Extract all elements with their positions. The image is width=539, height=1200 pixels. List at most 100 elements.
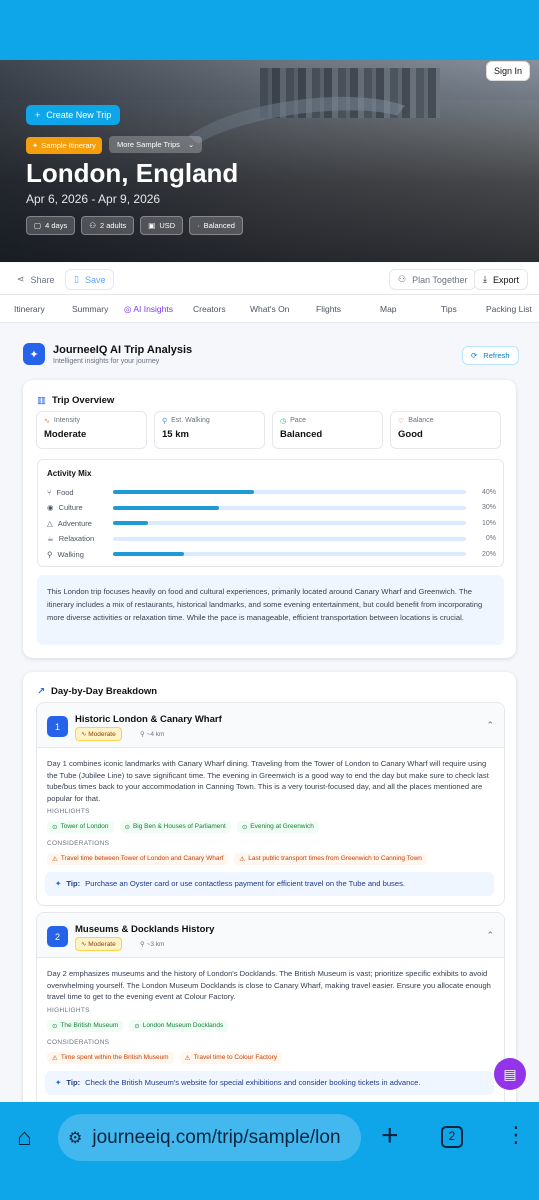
- stat-label: Est. Walking: [171, 417, 210, 424]
- currency-label: USD: [159, 221, 176, 230]
- walking-icon: ⚲: [47, 549, 53, 559]
- day-description: Day 1 combines iconic landmarks with Can…: [47, 759, 489, 803]
- tab-map[interactable]: Map: [380, 304, 397, 314]
- save-button[interactable]: ▯ Save: [65, 269, 115, 290]
- balance-icon: ·: [197, 221, 200, 230]
- create-new-trip-button[interactable]: + Create New Trip: [26, 105, 121, 125]
- considerations-label: CONSIDERATIONS: [47, 1039, 110, 1046]
- day-tip: ✦ Tip: Purchase an Oyster card or use cont…: [45, 872, 494, 896]
- highlight-text: Tower of London: [60, 823, 109, 830]
- activity-mix-row: ⚲ Walking 20%: [47, 548, 496, 560]
- tab-flights[interactable]: Flights: [316, 304, 341, 314]
- footprints-icon: ⚲: [140, 731, 147, 738]
- considerations-list: ⚠ Travel time between Tower of London and…: [47, 853, 427, 865]
- users-icon: ⚇: [398, 274, 407, 284]
- activity-mix-panel: Activity Mix ⑂ Food 40% ◉ Culture 30% △ Adventu…: [37, 459, 504, 567]
- highlight-text: London Museum Docklands: [142, 1022, 224, 1029]
- activity-bar-fill: [113, 552, 184, 556]
- trending-up-icon: ↗: [37, 686, 45, 697]
- activity-name: ☕ Relaxation: [47, 534, 112, 543]
- intensity-label: Moderate: [88, 941, 116, 948]
- highlight-pill: ⊙ The British Museum: [47, 1020, 124, 1032]
- tab-creators[interactable]: Creators: [193, 304, 226, 314]
- trip-overview-card: ▥ Trip Overview ∿ Intensity Moderate ⚲ Est. …: [23, 380, 516, 658]
- stat-value: Good: [398, 429, 423, 440]
- warning-icon: ⚠: [52, 856, 58, 863]
- footprints-icon: ⚲: [162, 418, 168, 425]
- tab-count: 2: [448, 1129, 456, 1143]
- check-circle-icon: ⊙: [241, 824, 248, 831]
- day-1-panel: 1 Historic London & Canary Wharf ∿ Moder…: [36, 702, 505, 906]
- pace-chip: · Balanced: [189, 216, 243, 235]
- activity-mix-row: △ Adventure 10%: [47, 517, 496, 529]
- activity-name: ⚲ Walking: [47, 550, 112, 559]
- highlights-label: HIGHLIGHTS: [47, 808, 90, 815]
- tab-summary[interactable]: Summary: [72, 304, 108, 314]
- bar-chart-icon: ▥: [37, 395, 46, 406]
- highlight-pill: ⊙ Tower of London: [47, 821, 114, 833]
- share-icon: ⋖: [17, 274, 25, 284]
- home-icon[interactable]: ⌂: [17, 1124, 32, 1152]
- day-2-header[interactable]: 2 Museums & Docklands History ∿ Moderate…: [37, 913, 504, 958]
- tab-packing-list[interactable]: Packing List: [486, 304, 532, 314]
- day-breakdown-title-text: Day-by-Day Breakdown: [50, 686, 158, 697]
- consideration-pill: ⚠ Travel time to Colour Factory: [179, 1052, 282, 1064]
- activity-bar-track: [113, 521, 466, 525]
- address-bar[interactable]: ⚙ journeeiq.com/trip/sample/lon: [58, 1114, 361, 1161]
- sign-in-button[interactable]: Sign In: [485, 61, 530, 81]
- walking-stat: ⚲ Est. Walking 15 km: [154, 411, 265, 449]
- calendar-icon: ▢: [34, 221, 42, 230]
- chevron-up-icon[interactable]: ⌃: [486, 930, 494, 941]
- refresh-button[interactable]: ⟳ Refresh: [462, 346, 519, 365]
- activity-percent: 30%: [481, 504, 496, 511]
- export-button[interactable]: ⤓ Export: [474, 269, 528, 290]
- download-icon: ⤓: [483, 274, 487, 284]
- site-settings-icon[interactable]: ⚙: [68, 1128, 82, 1148]
- stat-value: Balanced: [280, 429, 323, 440]
- new-tab-plus-icon[interactable]: +: [381, 1119, 399, 1153]
- activity-percent: 10%: [481, 519, 496, 527]
- plan-together-label: Plan Together: [412, 274, 468, 285]
- sample-itinerary-badge: ✦ Sample Itinerary: [26, 137, 102, 154]
- utensils-icon: ⑂: [47, 487, 52, 497]
- chevron-up-icon[interactable]: ⌃: [486, 720, 494, 731]
- intensity-badge: ∿ Moderate: [75, 727, 122, 741]
- check-circle-icon: ⊙: [52, 1023, 58, 1030]
- highlight-text: The British Museum: [60, 1022, 119, 1029]
- highlights-label: HIGHLIGHTS: [47, 1007, 90, 1014]
- warning-icon: ⚠: [184, 1055, 191, 1062]
- consideration-pill: ⚠ Last public transport times from Greenw…: [234, 853, 427, 865]
- save-label: Save: [84, 274, 106, 285]
- stat-label: Balance: [408, 417, 434, 424]
- bookmark-icon: ▯: [74, 274, 79, 284]
- url-text: journeeiq.com/trip/sample/lon: [92, 1126, 341, 1148]
- sparkle-icon: ✦: [55, 1078, 62, 1087]
- consideration-text: Travel time to Colour Factory: [193, 1054, 277, 1061]
- stat-label: Intensity: [53, 417, 80, 424]
- tab-whats-on[interactable]: What's On: [250, 304, 289, 314]
- chat-button[interactable]: ▤: [494, 1058, 526, 1090]
- distance-label: ⚲ ~4 km: [140, 730, 164, 738]
- tab-itinerary[interactable]: Itinerary: [14, 304, 45, 314]
- tab-switcher-button[interactable]: 2: [441, 1126, 463, 1148]
- stat-label: Pace: [290, 417, 307, 424]
- days-chip: ▢ 4 days: [26, 216, 76, 235]
- refresh-label: Refresh: [483, 351, 510, 360]
- activity-bar-track: [113, 505, 466, 510]
- plan-together-button[interactable]: ⚇ Plan Together: [389, 269, 477, 290]
- activity-bar-track: [113, 490, 466, 494]
- tip-label: Tip:: [66, 1078, 81, 1087]
- action-bar: ⋖ Share ▯ Save ⚇ Plan Together ⤓ Export: [0, 263, 539, 295]
- day-2-panel: 2 Museums & Docklands History ∿ Moderate…: [36, 912, 505, 1112]
- tab-ai-insights[interactable]: ◎ AI Insights: [124, 304, 173, 315]
- refresh-icon: ⟳: [471, 351, 478, 360]
- browser-toolbar: ⌂ ⚙ journeeiq.com/trip/sample/lon + 2 ⋮: [0, 1102, 539, 1200]
- check-circle-icon: ⊙: [124, 824, 130, 831]
- more-sample-trips-dropdown[interactable]: More Sample Trips ⌄: [109, 136, 203, 153]
- day-description: Day 2 emphasizes museums and the history…: [47, 969, 491, 1001]
- sparkle-icon: ✦: [32, 141, 39, 150]
- day-1-header[interactable]: 1 Historic London & Canary Wharf ∿ Moder…: [37, 703, 504, 748]
- more-options-icon[interactable]: ⋮: [505, 1122, 527, 1148]
- share-button[interactable]: ⋖ Share: [8, 269, 64, 290]
- tab-tips[interactable]: Tips: [441, 304, 457, 314]
